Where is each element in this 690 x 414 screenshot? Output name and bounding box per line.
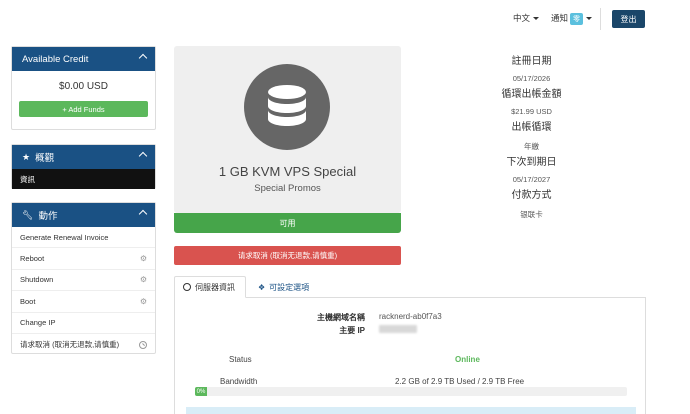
action-label: Change IP (20, 318, 56, 328)
product-group: Special Promos (254, 183, 321, 194)
info-alert (186, 407, 636, 414)
header-divider (600, 8, 601, 30)
bandwidth-progress-fill: 0% (195, 387, 207, 396)
online-status: Online (455, 355, 480, 364)
chevron-up-icon[interactable] (138, 53, 148, 63)
hostname-value: racknerd-ab0f7a3 (379, 312, 442, 321)
sidebar-item-information[interactable]: 資訊 (12, 169, 155, 189)
info-heading: 出帳循環 (511, 122, 552, 133)
add-funds-button[interactable]: + Add Funds (19, 101, 148, 117)
info-value: 银联卡 (520, 210, 543, 219)
gears-icon: ⚙ (139, 254, 147, 264)
available-credit-panel: Available Credit $0.00 USD + Add Funds (11, 46, 156, 130)
notifications-label: 通知 (551, 13, 569, 23)
info-value: $21.99 USD (511, 107, 552, 116)
info-heading: 註冊日期 (511, 56, 552, 67)
info-value: 05/17/2026 (512, 74, 551, 83)
actions-panel-header[interactable]: 🔧︎ 動作 (12, 203, 155, 227)
next-due-date-label: 下次到期日 (474, 152, 589, 170)
action-label: Reboot (20, 254, 45, 264)
server-info-panel: 主機網域名稱 racknerd-ab0f7a3 主要 IP Status Onl… (174, 297, 646, 414)
cubes-icon: ❖ (258, 282, 266, 292)
product-tabs: 伺服器資訊 ❖ 可設定選項 (174, 276, 646, 298)
gears-icon: ⚙ (139, 296, 147, 306)
action-label: Shutdown (20, 275, 54, 285)
language-label: 中文 (513, 13, 531, 23)
wrench-icon: 🔧︎ (22, 209, 34, 220)
language-dropdown[interactable]: 中文 (513, 12, 540, 24)
gears-icon: ⚙ (139, 275, 147, 285)
tab-label: 可設定選項 (269, 282, 310, 292)
redacted-ip (379, 325, 417, 333)
action-label: Boot (20, 296, 36, 306)
info-heading: 循環出帳金額 (501, 89, 562, 100)
bandwidth-value: 2.2 GB of 2.9 TB Used / 2.9 TB Free (395, 377, 525, 386)
action-label: Generate Renewal Invoice (20, 232, 109, 242)
product-card: 1 GB KVM VPS Special Special Promos (174, 46, 401, 213)
hostname-label: 主機網域名稱 (317, 313, 365, 322)
actions-panel-title: 動作 (38, 211, 58, 222)
chevron-up-icon[interactable] (138, 151, 148, 161)
request-cancellation-button[interactable]: 请求取消 (取消无退款,请慎重) (174, 246, 401, 265)
product-name: 1 GB KVM VPS Special (218, 164, 357, 179)
info-value: 年繳 (524, 142, 539, 151)
info-value: 05/17/2027 (512, 175, 551, 184)
chevron-down-icon (586, 17, 593, 21)
chevron-up-icon[interactable] (138, 209, 148, 219)
database-icon (244, 64, 330, 150)
info-heading: 下次到期日 (506, 157, 557, 168)
payment-method-value: 银联卡 (474, 204, 589, 222)
bandwidth-label: Bandwidth (220, 377, 258, 386)
credit-amount: $0.00 USD (59, 81, 108, 92)
logout-button[interactable]: 登出 (612, 10, 645, 28)
ban-icon (139, 340, 147, 349)
shutdown-link[interactable]: Shutdown ⚙ (12, 270, 155, 292)
status-label: Status (229, 355, 252, 364)
bandwidth-progress-bar: 0% (195, 387, 627, 396)
info-heading: 付款方式 (511, 190, 552, 201)
action-label: 请求取消 (取消无退款,请慎重) (20, 340, 120, 350)
tab-server-info[interactable]: 伺服器資訊 (174, 276, 246, 298)
request-cancellation-link[interactable]: 请求取消 (取消无退款,请慎重) (12, 334, 155, 355)
payment-method-label: 付款方式 (474, 185, 589, 203)
actions-panel: 🔧︎ 動作 Generate Renewal Invoice Reboot ⚙ S… (11, 202, 156, 354)
notifications-dropdown[interactable]: 通知零 (551, 12, 593, 25)
billing-cycle-label: 出帳循環 (474, 117, 589, 135)
generate-renewal-invoice-link[interactable]: Generate Renewal Invoice (12, 227, 155, 249)
registration-date-label: 註冊日期 (474, 51, 589, 69)
primary-ip-label: 主要 IP (339, 326, 365, 335)
tab-label: 伺服器資訊 (195, 282, 235, 292)
reboot-link[interactable]: Reboot ⚙ (12, 248, 155, 270)
credit-panel-title: Available Credit (22, 53, 89, 65)
overview-panel-title: 概觀 (35, 153, 55, 164)
tab-configurable-options[interactable]: ❖ 可設定選項 (250, 276, 317, 298)
change-ip-link[interactable]: Change IP (12, 313, 155, 334)
top-bar: 中文 通知零 登出 (0, 0, 690, 38)
overview-panel: ★ 概觀 資訊 (11, 144, 156, 189)
boot-link[interactable]: Boot ⚙ (12, 291, 155, 313)
overview-panel-header[interactable]: ★ 概觀 (12, 145, 155, 169)
globe-icon (183, 283, 191, 291)
primary-ip-value (379, 325, 417, 335)
chevron-down-icon (533, 17, 540, 21)
recurring-amount-label: 循環出帳金額 (474, 84, 589, 102)
credit-panel-header[interactable]: Available Credit (12, 47, 155, 71)
notification-count-badge: 零 (570, 13, 584, 25)
product-status-badge: 可用 (174, 213, 401, 233)
star-icon: ★ (22, 151, 31, 162)
